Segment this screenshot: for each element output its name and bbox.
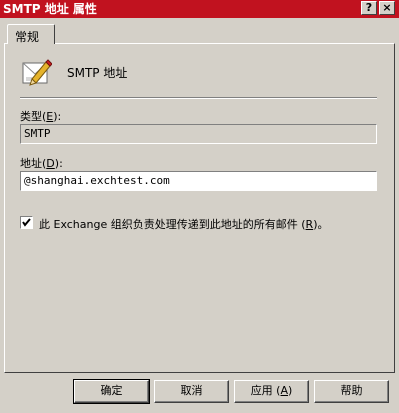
question-icon: ? [365, 1, 373, 14]
close-icon: × [382, 1, 392, 14]
checkmark-icon [22, 218, 31, 227]
help-button[interactable]: 帮助 [314, 380, 389, 403]
help-title-button[interactable]: ? [361, 1, 377, 15]
header-label: SMTP 地址 [67, 66, 128, 80]
title-bar: SMTP 地址 属性 ? × [0, 0, 399, 18]
tab-panel [4, 43, 395, 373]
type-field: SMTP [20, 124, 377, 144]
ok-button[interactable]: 确定 [73, 379, 150, 404]
responsible-checkbox-label[interactable]: 此 Exchange 组织负责处理传递到此地址的所有邮件 (R)。 [39, 216, 328, 232]
cancel-button[interactable]: 取消 [154, 380, 229, 403]
responsible-checkbox[interactable] [20, 216, 33, 229]
close-button[interactable]: × [379, 1, 395, 15]
separator [20, 97, 377, 99]
window-title: SMTP 地址 属性 [3, 2, 97, 16]
apply-button[interactable]: 应用 (A) [234, 380, 309, 403]
address-edit-icon [20, 56, 53, 88]
address-input[interactable]: @shanghai.exchtest.com [20, 171, 377, 191]
tab-general[interactable]: 常规 [7, 24, 55, 44]
tab-general-label: 常规 [15, 30, 40, 44]
address-label: 地址(D): [20, 157, 63, 170]
type-label: 类型(E): [20, 110, 62, 123]
